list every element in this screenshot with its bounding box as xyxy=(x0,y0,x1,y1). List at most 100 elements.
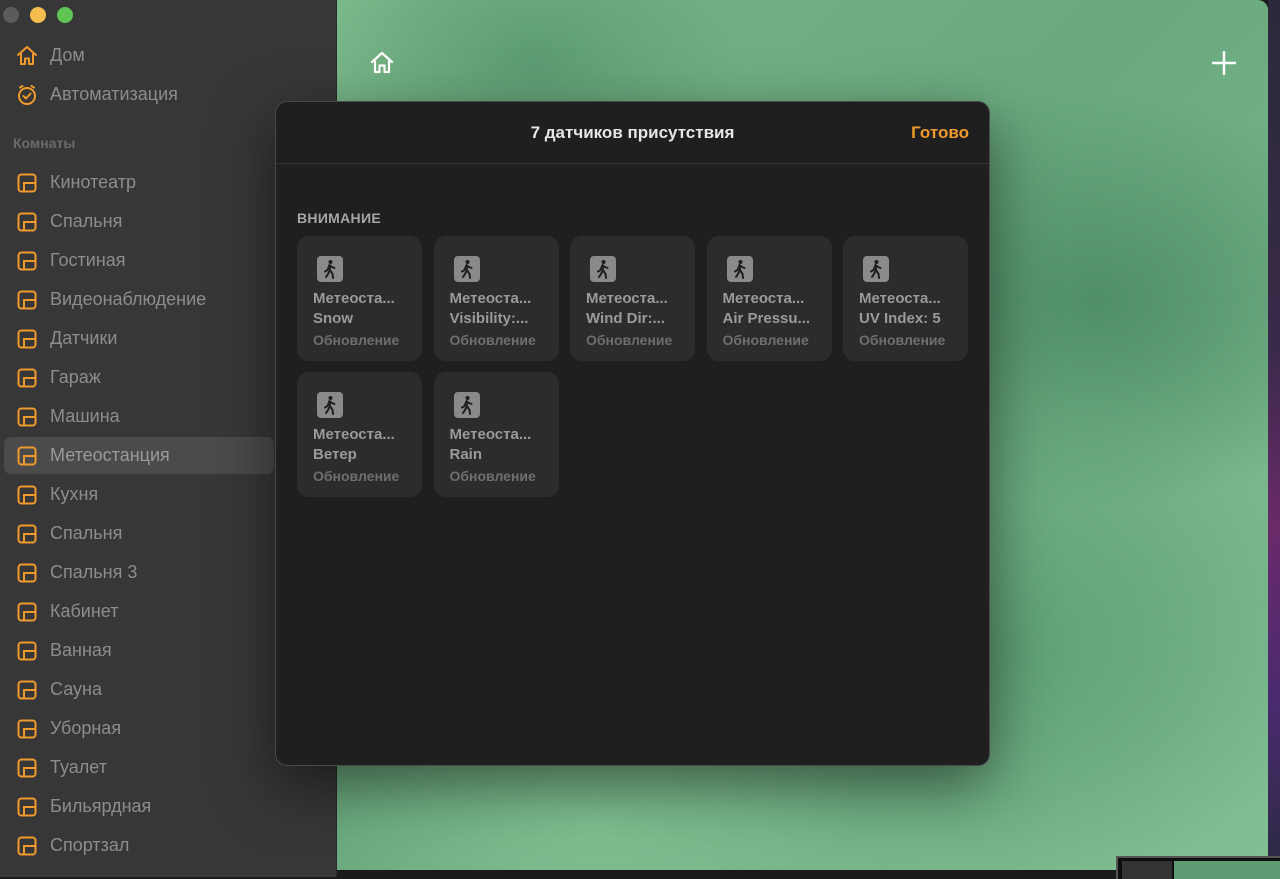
sensor-status: Обновление xyxy=(449,332,536,348)
sidebar-room-item[interactable]: Кухня xyxy=(4,476,274,513)
house-icon xyxy=(370,51,394,74)
sensor-tile[interactable]: Метеоста... Ветер Обновление xyxy=(297,372,422,497)
sensor-tile[interactable]: Метеоста... Wind Dir:... Обновление xyxy=(570,236,695,361)
add-button[interactable] xyxy=(1210,49,1238,77)
room-icon xyxy=(16,835,38,857)
sensor-name: Метеоста... xyxy=(859,290,941,307)
room-icon xyxy=(16,601,38,623)
motion-sensor-icon xyxy=(453,256,480,282)
room-icon xyxy=(16,562,38,584)
sensor-value: Ветер xyxy=(313,446,357,463)
sidebar-room-item[interactable]: Гостиная xyxy=(4,242,274,279)
motion-sensor-icon xyxy=(726,256,753,282)
rooms-heading: Комнаты xyxy=(13,135,76,151)
sidebar-room-item[interactable]: Бильярдная xyxy=(4,788,274,825)
sidebar-room-item[interactable]: Видеонаблюдение xyxy=(4,281,274,318)
section-title: ВНИМАНИЕ xyxy=(297,210,381,226)
sidebar-room-item[interactable]: Спальня xyxy=(4,515,274,552)
sensor-name: Метеоста... xyxy=(449,290,532,307)
sidebar-item-label: Уборная xyxy=(50,718,122,738)
sensor-tile[interactable]: Метеоста... Snow Обновление xyxy=(297,236,422,361)
room-icon xyxy=(16,445,38,467)
room-icon xyxy=(16,250,38,272)
motion-sensor-icon xyxy=(453,392,480,418)
room-icon xyxy=(16,679,38,701)
motion-sensor-icon xyxy=(317,256,343,282)
house-icon xyxy=(16,45,38,67)
window-minimize-button[interactable] xyxy=(30,7,46,23)
sidebar-room-item[interactable]: Спортзал xyxy=(4,827,274,864)
room-icon xyxy=(16,718,38,740)
sensor-tile[interactable]: Метеоста... Rain Обновление xyxy=(433,372,559,497)
sidebar-room-item[interactable]: Кинотеатр xyxy=(4,164,274,201)
room-icon xyxy=(16,640,38,662)
window-close-button[interactable] xyxy=(3,7,19,23)
clock-check-icon xyxy=(16,84,38,106)
sidebar-room-item[interactable]: Датчики xyxy=(4,320,274,357)
sidebar-room-item[interactable]: Туалет xyxy=(4,749,274,786)
sensor-value: Snow xyxy=(313,310,353,327)
sidebar-item-label: Кабинет xyxy=(50,601,119,621)
motion-sensor-icon xyxy=(590,256,616,282)
sidebar-item-label: Дом xyxy=(50,45,85,65)
room-icon xyxy=(16,757,38,779)
sensor-name: Метеоста... xyxy=(313,290,395,307)
sensor-tile[interactable]: Метеоста... UV Index: 5 Обновление xyxy=(843,236,968,361)
sensor-value: Visibility:... xyxy=(449,310,529,327)
sensor-status: Обновление xyxy=(859,332,946,348)
sensor-name: Метеоста... xyxy=(722,290,805,307)
sensor-status: Обновление xyxy=(449,468,536,484)
motion-sensor-icon xyxy=(317,392,343,418)
sidebar-room-item[interactable]: Метеостанция xyxy=(4,437,274,474)
room-icon xyxy=(16,172,38,194)
sidebar-item-label: Гостиная xyxy=(50,250,126,270)
sidebar-item-label: Спальня 3 xyxy=(50,562,138,582)
sidebar-room-item[interactable]: Спальня xyxy=(4,203,274,240)
sidebar-room-item[interactable]: Уборная xyxy=(4,710,274,747)
sidebar-room-item[interactable]: Ванная xyxy=(4,632,274,669)
sensor-value: Wind Dir:... xyxy=(586,310,666,327)
sensor-name: Метеоста... xyxy=(313,426,395,443)
sensor-status: Обновление xyxy=(313,332,400,348)
sensor-name: Метеоста... xyxy=(586,290,668,307)
sidebar-room-item[interactable]: Кабинет xyxy=(4,593,274,630)
sidebar-item-label: Видеонаблюдение xyxy=(50,289,207,309)
screenshot-thumbnail[interactable] xyxy=(1116,856,1280,879)
sensor-tile[interactable]: Метеоста... Visibility:... Обновление xyxy=(433,236,559,361)
room-icon xyxy=(16,796,38,818)
sidebar-item-label: Кинотеатр xyxy=(50,172,137,192)
sidebar-room-item[interactable]: Гараж xyxy=(4,359,274,396)
sensor-status: Обновление xyxy=(722,332,809,348)
sidebar-item-label: Метеостанция xyxy=(50,445,170,465)
sidebar-item-home[interactable]: Дом xyxy=(4,37,274,74)
home-button[interactable] xyxy=(368,49,396,77)
room-icon xyxy=(16,406,38,428)
sidebar-room-item[interactable]: Спальня 3 xyxy=(4,554,274,591)
sidebar-item-label: Спортзал xyxy=(50,835,130,855)
sensor-value: Rain xyxy=(449,446,483,463)
sidebar-item-label: Датчики xyxy=(50,328,118,348)
window-zoom-button[interactable] xyxy=(57,7,73,23)
room-icon xyxy=(16,211,38,233)
sidebar-room-item[interactable]: Машина xyxy=(4,398,274,435)
plus-icon xyxy=(1212,51,1236,75)
sensor-status: Обновление xyxy=(586,332,673,348)
motion-sensor-icon xyxy=(863,256,889,282)
sidebar-item-label: Гараж xyxy=(50,367,101,387)
sidebar-item-label: Спальня xyxy=(50,523,123,543)
sidebar-item-label: Бильярдная xyxy=(50,796,152,816)
sensor-name: Метеоста... xyxy=(449,426,532,443)
dialog-title: 7 датчиков присутствия xyxy=(530,123,735,142)
dialog-header: 7 датчиков присутствия Готово xyxy=(276,102,989,164)
sensor-value: UV Index: 5 xyxy=(859,310,941,327)
sensor-tile[interactable]: Метеоста... Air Pressu... Обновление xyxy=(706,236,832,361)
sidebar-item-label: Машина xyxy=(50,406,120,426)
sidebar-item-label: Ванная xyxy=(50,640,112,660)
sidebar-item-automation[interactable]: Автоматизация xyxy=(4,76,274,113)
sensor-status: Обновление xyxy=(313,468,400,484)
sidebar-room-item[interactable]: Сауна xyxy=(4,671,274,708)
desktop-background-strip xyxy=(1268,0,1280,877)
sidebar-item-label: Спальня xyxy=(50,211,123,231)
done-button[interactable]: Готово xyxy=(911,123,969,143)
presence-sensors-dialog: 7 датчиков присутствия Готово ВНИМАНИЕ М… xyxy=(275,101,990,766)
